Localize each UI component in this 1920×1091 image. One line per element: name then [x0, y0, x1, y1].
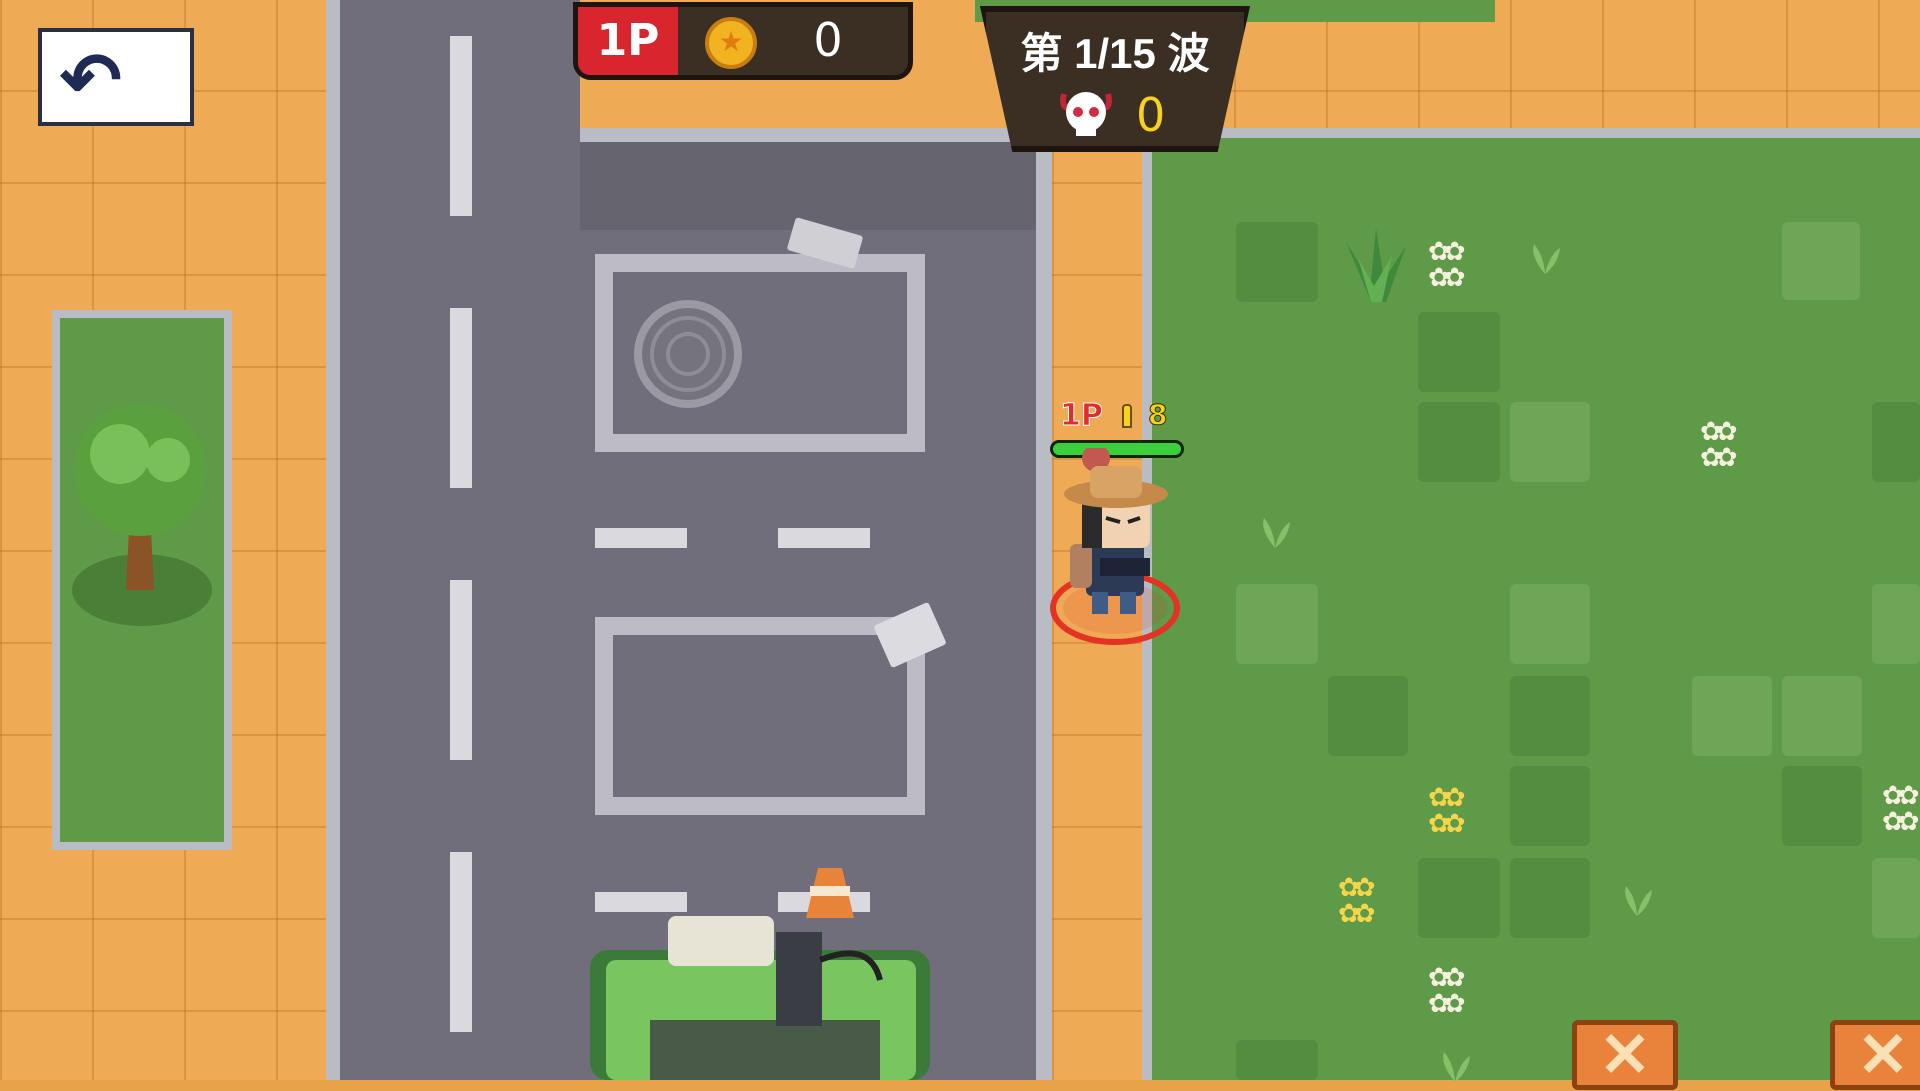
- grass-patch: [1782, 222, 1860, 300]
- grass-patch: [1510, 584, 1590, 664]
- back-arrow-icon: ↶: [60, 38, 123, 121]
- flower-cluster: ✿✿ ✿✿: [1338, 872, 1375, 928]
- player-character[interactable]: [1040, 448, 1190, 658]
- building-curb: [580, 128, 1040, 142]
- sprout-icon: [1263, 518, 1290, 548]
- player-tag: 1P: [1060, 398, 1104, 434]
- grass-patch: [1872, 858, 1920, 938]
- flower-cluster: ✿✿ ✿✿: [1882, 780, 1919, 836]
- grass-patch: [1328, 676, 1408, 756]
- green-truck: [590, 868, 930, 1080]
- lane-dash: [450, 308, 472, 488]
- tree: [72, 404, 212, 626]
- grass-patch: [1510, 858, 1590, 938]
- parking-box: [595, 617, 925, 815]
- grass-curb: [1142, 128, 1920, 138]
- grass-patch: [1418, 312, 1500, 392]
- grass-patch: [1782, 766, 1862, 846]
- ammo-count: 8: [1147, 398, 1168, 432]
- wave-label: 第 1/15 波: [1020, 30, 1210, 77]
- lane-dash: [450, 852, 472, 1032]
- sprout-icon: [1443, 1052, 1470, 1082]
- lane-dash: [450, 36, 472, 216]
- lane-dash: [450, 580, 472, 760]
- grass-patch: [1510, 402, 1590, 482]
- coin-panel: 1P ★ 0: [573, 2, 913, 80]
- flower-cluster: ✿✿ ✿✿: [1428, 782, 1465, 838]
- flower-cluster: ✿✿ ✿✿: [1428, 236, 1465, 292]
- player-badge: 1P: [578, 7, 678, 75]
- grass-patch: [1692, 676, 1772, 756]
- flower-cluster: ✿✿ ✿✿: [1428, 962, 1465, 1018]
- bullet-icon: [1122, 404, 1132, 428]
- grass-patch: [1510, 766, 1590, 846]
- grass-patch: [1510, 676, 1590, 756]
- grass-patch: [1872, 402, 1920, 482]
- bush-icon: [1346, 228, 1406, 302]
- grass-patch: [1236, 222, 1318, 302]
- grass-patch: [1236, 584, 1318, 664]
- sprout-icon: [1533, 244, 1560, 274]
- player-label: 1P 8: [1060, 398, 1190, 434]
- flower-cluster: ✿✿ ✿✿: [1700, 416, 1737, 472]
- stop-line: [778, 528, 870, 548]
- grass-patch: [1782, 676, 1862, 756]
- stop-line: [595, 528, 687, 548]
- wave-panel: 第 1/15 波 0: [980, 6, 1250, 152]
- grass-patch: [1872, 584, 1920, 664]
- grass-patch: [1418, 402, 1500, 482]
- grass-patch: [1418, 858, 1500, 938]
- manhole-icon: [634, 300, 742, 408]
- left-curb: [326, 0, 340, 1080]
- back-button[interactable]: ↶: [38, 28, 194, 126]
- coin-icon: ★: [705, 17, 757, 69]
- skull-icon: [1060, 92, 1112, 136]
- sprout-icon: [1625, 886, 1652, 916]
- kill-count: 0: [1136, 88, 1166, 142]
- grass-patch: [1236, 1040, 1318, 1080]
- coin-count: 0: [813, 13, 843, 67]
